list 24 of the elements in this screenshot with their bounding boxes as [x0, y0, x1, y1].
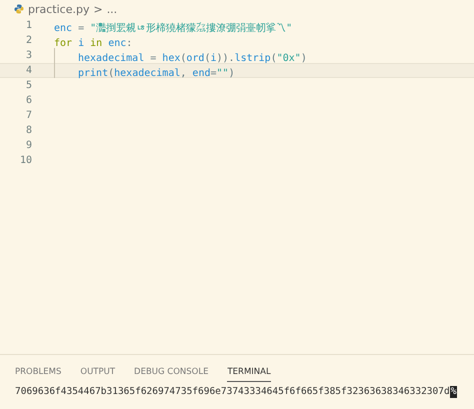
python-icon [14, 4, 24, 14]
panel-tab[interactable]: OUTPUT [80, 363, 116, 382]
breadcrumb-more[interactable]: ... [106, 2, 118, 16]
line-number: 2 [24, 35, 32, 46]
panel-tab[interactable]: TERMINAL [227, 363, 271, 382]
file-name[interactable]: practice.py [28, 2, 90, 16]
line-number: 8 [24, 125, 32, 136]
line-number: 7 [24, 110, 32, 121]
line-number: 4 [24, 65, 32, 76]
code-line: print(hexadecimal, end="") [78, 67, 235, 80]
line-number: 10 [18, 155, 32, 166]
line-number: 3 [24, 50, 32, 61]
line-number: 1 [24, 20, 32, 31]
terminal-output: 7069636f4354467b31365f626974735f696e73743334645f6f665f385f32363638346332307d [15, 386, 450, 398]
code-line: for i in enc: [54, 37, 132, 50]
code-line: hexadecimal = hex(ord(i)).lstrip("0x") [78, 52, 307, 65]
code-line: enc = "灩捯䍔䙻ㄶ形楴獟楮獴㌴摟潦弸弲㙶㠴挲〽" [54, 21, 292, 35]
panel-tab[interactable]: DEBUG CONSOLE [134, 363, 208, 382]
breadcrumb-separator: > [93, 2, 103, 16]
line-number: 9 [24, 140, 32, 151]
line-number: 5 [24, 80, 32, 91]
panel-tab[interactable]: PROBLEMS [15, 363, 62, 382]
line-number: 6 [24, 95, 32, 106]
terminal-cursor: % [450, 386, 458, 398]
